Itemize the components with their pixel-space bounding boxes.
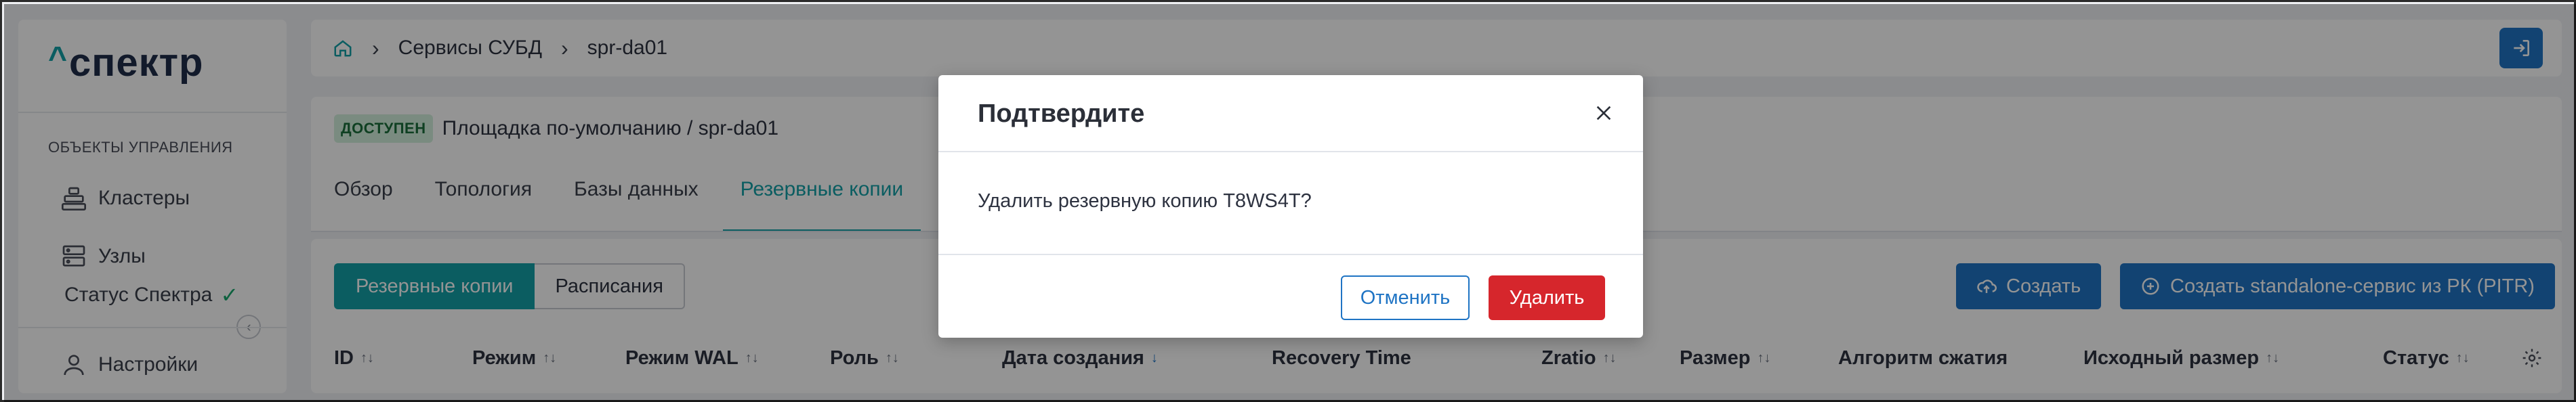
- delete-button[interactable]: Удалить: [1489, 275, 1605, 320]
- dialog-header: Подтвердите: [938, 75, 1643, 152]
- dialog-title: Подтвердите: [978, 99, 1145, 128]
- close-icon[interactable]: [1593, 102, 1615, 124]
- cancel-button[interactable]: Отменить: [1341, 275, 1470, 320]
- dialog-footer: Отменить Удалить: [938, 254, 1643, 338]
- app-window: ^спектр ОБЪЕКТЫ УПРАВЛЕНИЯ Кластеры Узлы…: [0, 0, 2576, 402]
- dialog-message: Удалить резервную копию T8WS4T?: [978, 190, 1312, 212]
- confirm-dialog: Подтвердите Удалить резервную копию T8WS…: [938, 75, 1643, 338]
